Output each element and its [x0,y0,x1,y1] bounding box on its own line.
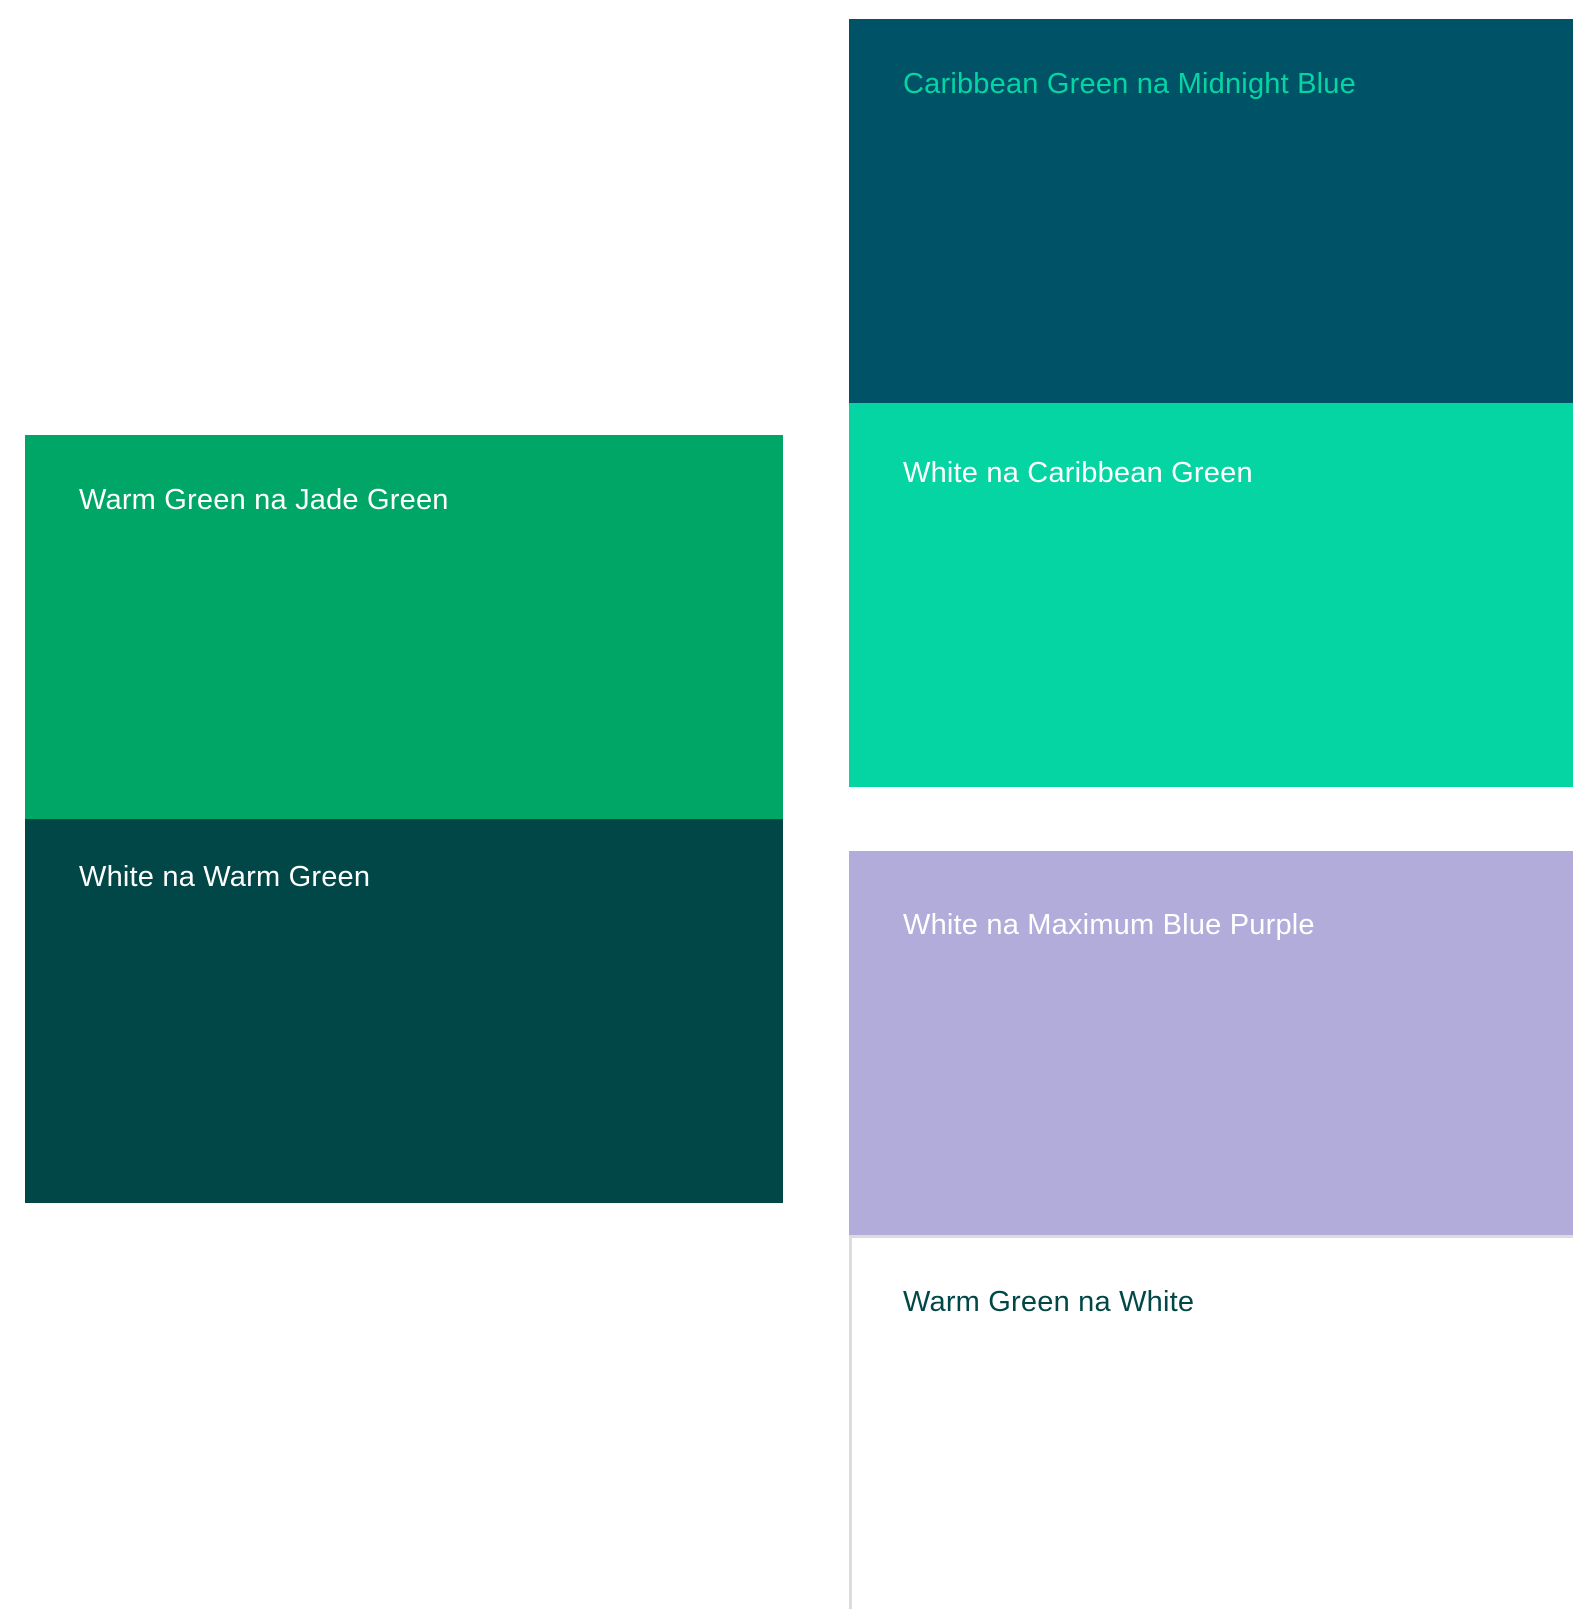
swatch-label: White na Caribbean Green [903,457,1253,489]
swatch-label: Caribbean Green na Midnight Blue [903,68,1356,100]
swatch-label: Warm Green na White [903,1286,1195,1318]
swatch-label: Warm Green na Jade Green [79,484,449,516]
swatch-label: White na Maximum Blue Purple [903,909,1315,941]
swatch-warm-green-on-white: Warm Green na White [849,1235,1573,1609]
swatch-label: White na Warm Green [79,861,371,893]
color-pairing-page: Warm Green na Jade Green White na Warm G… [0,0,1573,1609]
swatch-white-on-caribbean-green: White na Caribbean Green [849,403,1573,787]
swatch-warm-green-on-jade-green: Warm Green na Jade Green [25,435,783,819]
swatch-white-on-warm-green: White na Warm Green [25,819,783,1203]
swatch-white-on-maximum-blue-purple: White na Maximum Blue Purple [849,851,1573,1235]
swatch-caribbean-green-on-midnight-blue: Caribbean Green na Midnight Blue [849,19,1573,403]
